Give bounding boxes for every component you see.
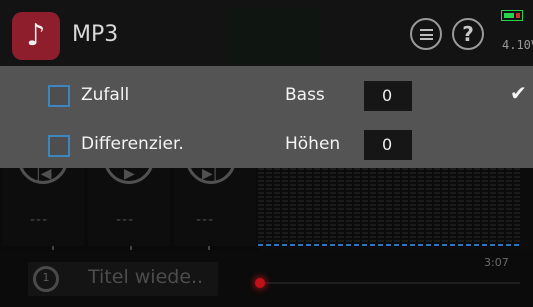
tick-mark (130, 246, 132, 250)
checkmark-icon[interactable]: ✔ (510, 82, 527, 104)
help-icon[interactable]: ? (452, 18, 484, 50)
play-column: ▶ --- (88, 134, 170, 246)
repeat-one-icon: 1 (33, 266, 59, 292)
seek-bar[interactable] (258, 282, 520, 284)
header-panel (226, 8, 320, 64)
spectrum-analyzer (258, 168, 520, 252)
prev-column: |◀ --- (2, 134, 84, 246)
battery-icon (501, 10, 523, 21)
repeat-label: Titel wiede.. (88, 266, 204, 288)
differential-label: Differenzier. (81, 134, 184, 154)
differential-checkbox[interactable] (48, 135, 70, 157)
next-column: ▶| --- (174, 134, 256, 246)
tick-mark (52, 246, 54, 250)
music-note-icon: ♪ (26, 18, 46, 53)
app-title: MP3 (72, 22, 119, 47)
treble-value[interactable]: 0 (364, 130, 412, 160)
tick-mark (208, 246, 210, 250)
list-icon[interactable] (410, 18, 442, 50)
treble-label: Höhen (285, 134, 341, 154)
next-glyph: ▶| (202, 166, 218, 182)
play-glyph: ▶ (124, 166, 135, 182)
shuffle-checkbox[interactable] (48, 85, 70, 107)
track-duration: 3:07 (484, 256, 509, 269)
previous-glyph: |◀ (36, 166, 52, 182)
battery-voltage: 4.10V (502, 38, 533, 52)
shuffle-label: Zufall (81, 85, 130, 105)
seek-handle[interactable] (255, 278, 265, 288)
bass-label: Bass (285, 85, 325, 105)
spectrum-baseline (258, 244, 520, 246)
placeholder-1: --- (30, 212, 49, 228)
bass-value[interactable]: 0 (364, 81, 412, 111)
app-icon[interactable]: ♪ (12, 12, 60, 60)
placeholder-2: --- (116, 212, 135, 228)
placeholder-3: --- (196, 212, 215, 228)
options-panel: Zufall Bass 0 Differenzier. Höhen 0 (0, 66, 533, 168)
spectrum-bars (258, 168, 520, 244)
